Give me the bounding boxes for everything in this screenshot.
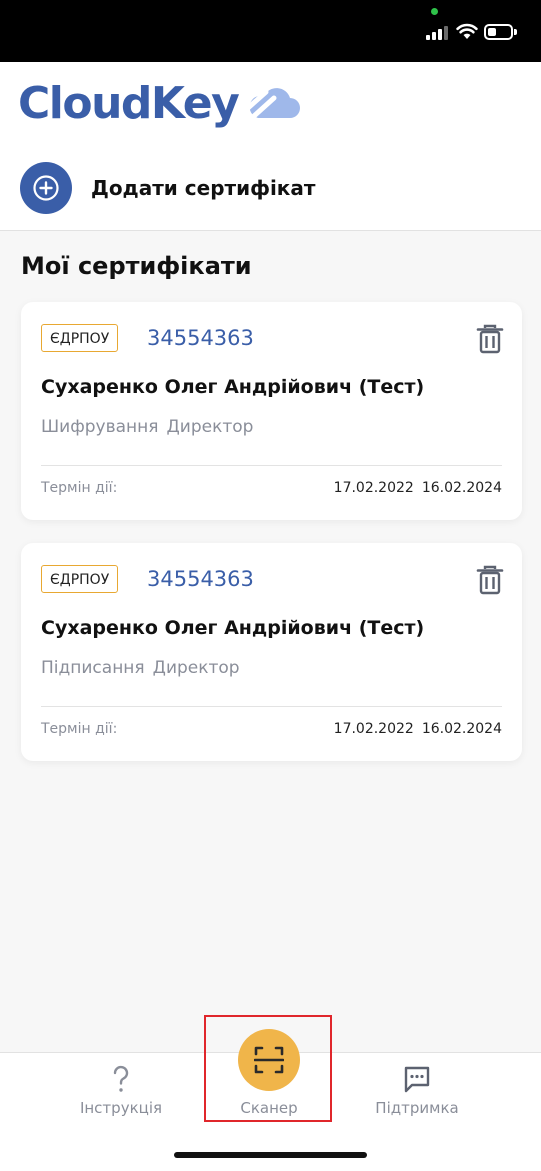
scanner-icon: [254, 1046, 284, 1074]
battery-tip: [514, 29, 517, 35]
cloud-logo-icon: [245, 88, 301, 119]
card-divider: [41, 465, 502, 466]
certificate-card[interactable]: ЄДРПОУ 34554363 Сухаренко Олег Андрійови…: [21, 302, 522, 520]
logo-text: CloudKey: [18, 78, 240, 129]
certificate-code: 34554363: [147, 326, 254, 350]
trash-icon[interactable]: [476, 565, 504, 595]
card-divider: [41, 706, 502, 707]
valid-to-date: 16.02.2024: [421, 480, 502, 496]
nav-item-scanner[interactable]: Сканер: [199, 1015, 339, 1125]
nav-item-support[interactable]: Підтримка: [347, 1061, 487, 1131]
certificate-position: Директор: [152, 658, 240, 678]
certificate-purpose: Підписання: [41, 658, 145, 678]
home-indicator: [174, 1152, 367, 1158]
certificate-position: Директор: [166, 417, 254, 437]
certificate-card[interactable]: ЄДРПОУ 34554363 Сухаренко Олег Андрійови…: [21, 543, 522, 761]
certificate-roles: Підписання Директор: [41, 658, 240, 678]
valid-from-date: 17.02.2022: [333, 721, 414, 737]
section-title: Мої сертифікати: [21, 252, 252, 280]
certificate-purpose: Шифрування: [41, 417, 159, 437]
edrpou-badge: ЄДРПОУ: [41, 324, 119, 352]
question-icon: [113, 1065, 129, 1092]
valid-to-date: 16.02.2024: [421, 721, 502, 737]
cellular-signal-icon: [426, 24, 454, 40]
plus-circle-icon: [33, 175, 59, 201]
battery-level: [488, 28, 496, 36]
nav-label-instructions: Інструкція: [79, 1099, 163, 1117]
valid-from-date: 17.02.2022: [333, 480, 414, 496]
certificate-owner-name: Сухаренко Олег Андрійович (Тест): [41, 376, 425, 398]
scanner-button[interactable]: [238, 1029, 300, 1091]
nav-label-support: Підтримка: [375, 1099, 459, 1117]
validity-dates: 17.02.2022 16.02.2024: [334, 721, 502, 737]
wifi-icon: [456, 23, 478, 39]
status-bar: [0, 0, 541, 62]
cloudkey-logo: CloudKey: [18, 76, 302, 132]
validity-label: Термін дії:: [41, 480, 118, 496]
add-certificate-button[interactable]: Додати сертифікат: [20, 162, 315, 214]
nav-item-instructions[interactable]: Інструкція: [51, 1061, 191, 1131]
add-certificate-label: Додати сертифікат: [91, 176, 316, 200]
edrpou-badge: ЄДРПОУ: [41, 565, 119, 593]
validity-dates: 17.02.2022 16.02.2024: [334, 480, 502, 496]
app-header: CloudKey Додати сертифікат: [0, 62, 541, 231]
certificate-code: 34554363: [147, 567, 254, 591]
certificate-owner-name: Сухаренко Олег Андрійович (Тест): [41, 617, 425, 639]
add-circle-icon[interactable]: [20, 162, 72, 214]
validity-label: Термін дії:: [41, 721, 118, 737]
trash-icon[interactable]: [476, 324, 504, 354]
battery-icon: [484, 24, 513, 40]
camera-indicator-dot: [431, 8, 438, 15]
nav-label-scanner: Сканер: [240, 1099, 298, 1117]
chat-icon: [404, 1066, 430, 1093]
certificate-roles: Шифрування Директор: [41, 417, 253, 437]
